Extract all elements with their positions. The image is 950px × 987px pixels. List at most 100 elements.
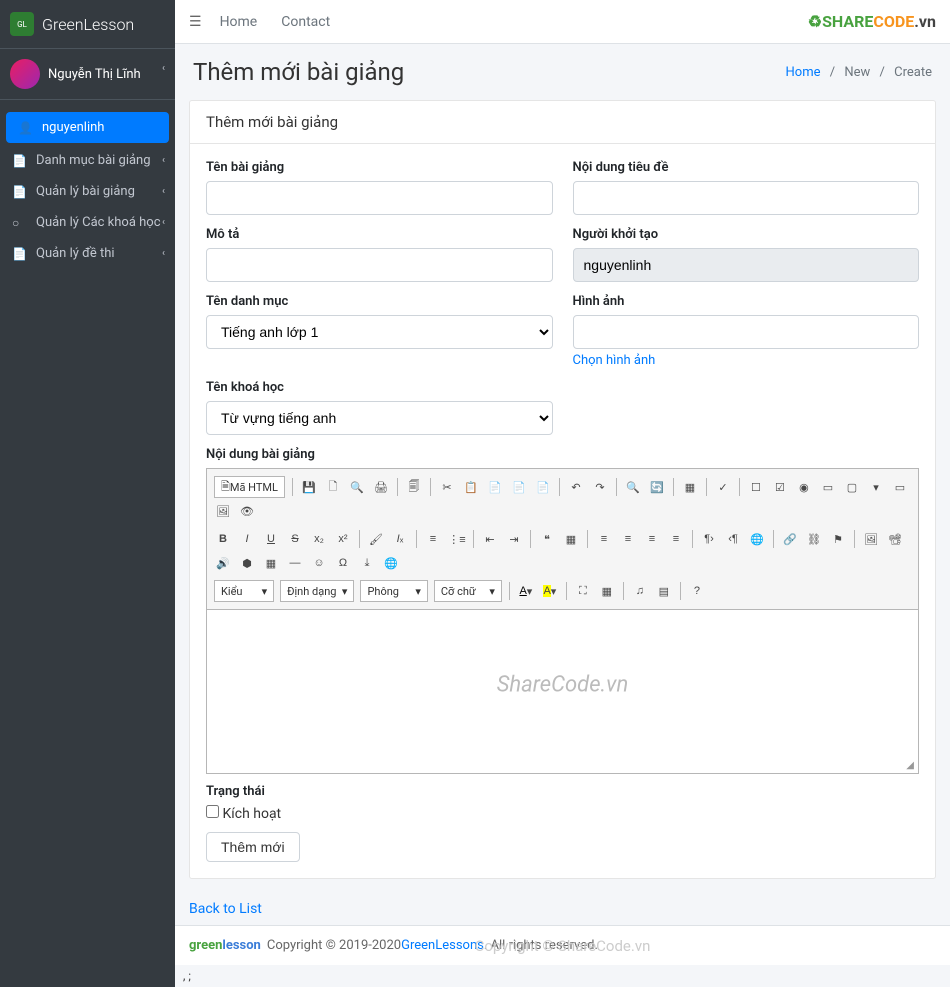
link-icon[interactable]: 🔗	[779, 528, 801, 550]
breadcrumb-home[interactable]: Home	[786, 65, 821, 80]
sidebar-item-username[interactable]: 👤 nguyenlinh	[6, 112, 169, 143]
spellcheck-icon[interactable]: ✓	[712, 476, 734, 498]
activate-checkbox[interactable]	[206, 805, 219, 818]
paste-word-icon[interactable]: 📄	[532, 476, 554, 498]
bgcolor-icon[interactable]: A▾	[539, 580, 561, 602]
save-icon[interactable]: 💾	[298, 476, 320, 498]
templates-icon[interactable]: 🗐	[403, 476, 425, 498]
category-select[interactable]: Tiếng anh lớp 1	[206, 315, 553, 349]
subscript-icon[interactable]: x₂	[308, 528, 330, 550]
flash-icon[interactable]: 📽	[884, 528, 906, 550]
superscript-icon[interactable]: x²	[332, 528, 354, 550]
smiley-icon[interactable]: ☺	[308, 552, 330, 574]
textcolor-icon[interactable]: A▾	[515, 580, 537, 602]
menu-toggle-icon[interactable]: ☰	[189, 14, 202, 30]
numberedlist-icon[interactable]: ≡	[422, 528, 444, 550]
sidebar-item-category[interactable]: 📄 Danh mục bài giảng ‹	[0, 145, 175, 176]
sidebar-item-lessons[interactable]: 📄 Quản lý bài giảng ‹	[0, 176, 175, 207]
cut-icon[interactable]: ✂	[436, 476, 458, 498]
align-right-icon[interactable]: ≡	[641, 528, 663, 550]
undo-icon[interactable]: ↶	[565, 476, 587, 498]
removeformat-icon[interactable]: Iₓ	[389, 528, 411, 550]
imagebutton-icon[interactable]: 🖼	[212, 500, 234, 522]
preview-icon[interactable]: 🔍	[346, 476, 368, 498]
copy-icon[interactable]: 📋	[460, 476, 482, 498]
indent-icon[interactable]: ⇥	[503, 528, 525, 550]
align-center-icon[interactable]: ≡	[617, 528, 639, 550]
anchor-icon[interactable]: ⚑	[827, 528, 849, 550]
user-display-name: Nguyễn Thị Lĩnh	[48, 67, 141, 82]
paste-icon[interactable]: 📄	[484, 476, 506, 498]
align-justify-icon[interactable]: ≡	[665, 528, 687, 550]
language-icon[interactable]: 🌐	[746, 528, 768, 550]
underline-icon[interactable]: U	[260, 528, 282, 550]
embed-icon[interactable]: ▤	[653, 580, 675, 602]
outdent-icon[interactable]: ⇤	[479, 528, 501, 550]
media-icon[interactable]: ♫	[629, 580, 651, 602]
copyformat-icon[interactable]: 🖌	[365, 528, 387, 550]
brand[interactable]: GL GreenLesson	[0, 0, 175, 49]
course-select[interactable]: Từ vựng tiếng anh	[206, 401, 553, 435]
editor-content-area[interactable]: ShareCode.vn	[207, 610, 918, 760]
format-combo[interactable]: Định dạng ▾	[280, 580, 354, 602]
print-icon[interactable]: 🖨	[370, 476, 392, 498]
paste-text-icon[interactable]: 📄	[508, 476, 530, 498]
textarea-icon[interactable]: ▢	[841, 476, 863, 498]
lesson-name-input[interactable]	[206, 181, 553, 215]
image-icon[interactable]: 🖼	[860, 528, 882, 550]
sidebar-item-exams[interactable]: 📄 Quản lý đề thi ‹	[0, 238, 175, 269]
styles-combo[interactable]: Kiểu ▾	[214, 580, 274, 602]
about-icon[interactable]: ?	[686, 580, 708, 602]
size-combo[interactable]: Cỡ chữ ▾	[434, 580, 502, 602]
sidebar-item-label: Danh mục bài giảng	[36, 153, 151, 168]
replace-icon[interactable]: 🔄	[646, 476, 668, 498]
find-icon[interactable]: 🔍	[622, 476, 644, 498]
form-icon[interactable]: ☐	[745, 476, 767, 498]
source-button[interactable]: 🗎 Mã HTML	[214, 476, 285, 498]
strike-icon[interactable]: S	[284, 528, 306, 550]
activate-checkbox-label[interactable]: Kích hoạt	[206, 806, 281, 822]
showblocks-icon[interactable]: ▦	[596, 580, 618, 602]
ltr-icon[interactable]: ¶›	[698, 528, 720, 550]
rtl-icon[interactable]: ‹¶	[722, 528, 744, 550]
italic-icon[interactable]: I	[236, 528, 258, 550]
video-icon[interactable]: ⬢	[236, 552, 258, 574]
top-navbar: ☰ Home Contact ♻SHARECODE.vn	[175, 0, 950, 44]
nav-contact[interactable]: Contact	[281, 14, 330, 30]
table-icon[interactable]: ▦	[260, 552, 282, 574]
nav-home[interactable]: Home	[220, 14, 258, 30]
audio-icon[interactable]: 🔊	[212, 552, 234, 574]
user-panel[interactable]: Nguyễn Thị Lĩnh ‹	[0, 49, 175, 100]
hidden-icon[interactable]: 👁	[236, 500, 258, 522]
bold-icon[interactable]: B	[212, 528, 234, 550]
unlink-icon[interactable]: ⛓	[803, 528, 825, 550]
hr-icon[interactable]: —	[284, 552, 306, 574]
sidebar-item-courses[interactable]: ○ Quản lý Các khoá học ‹	[0, 207, 175, 238]
button-icon[interactable]: ▭	[889, 476, 911, 498]
choose-image-link[interactable]: Chọn hình ảnh	[573, 353, 656, 368]
textfield-icon[interactable]: ▭	[817, 476, 839, 498]
radio-icon[interactable]: ◉	[793, 476, 815, 498]
back-to-list-link[interactable]: Back to List	[175, 893, 950, 925]
new-page-icon[interactable]: 🗋	[322, 476, 344, 498]
bulletedlist-icon[interactable]: ⋮≡	[446, 528, 468, 550]
footer-brand-link[interactable]: GreenLessons	[401, 938, 484, 953]
resize-handle-icon[interactable]: ◢	[207, 760, 918, 773]
pagebreak-icon[interactable]: ⤓	[356, 552, 378, 574]
specialchar-icon[interactable]: Ω	[332, 552, 354, 574]
iframe-icon[interactable]: 🌐	[380, 552, 402, 574]
blockquote-icon[interactable]: ❝	[536, 528, 558, 550]
select-icon[interactable]: ▾	[865, 476, 887, 498]
selectall-icon[interactable]: ▦	[679, 476, 701, 498]
desc-input[interactable]	[206, 248, 553, 282]
checkbox-icon[interactable]: ☑	[769, 476, 791, 498]
submit-button[interactable]: Thêm mới	[206, 832, 300, 862]
font-combo[interactable]: Phông ▾	[360, 580, 427, 602]
title-content-input[interactable]	[573, 181, 920, 215]
maximize-icon[interactable]: ⛶	[572, 580, 594, 602]
image-input[interactable]	[573, 315, 920, 349]
redo-icon[interactable]: ↷	[589, 476, 611, 498]
copyright-text: Copyright © 2019-2020	[267, 938, 401, 953]
div-icon[interactable]: ▦	[560, 528, 582, 550]
align-left-icon[interactable]: ≡	[593, 528, 615, 550]
